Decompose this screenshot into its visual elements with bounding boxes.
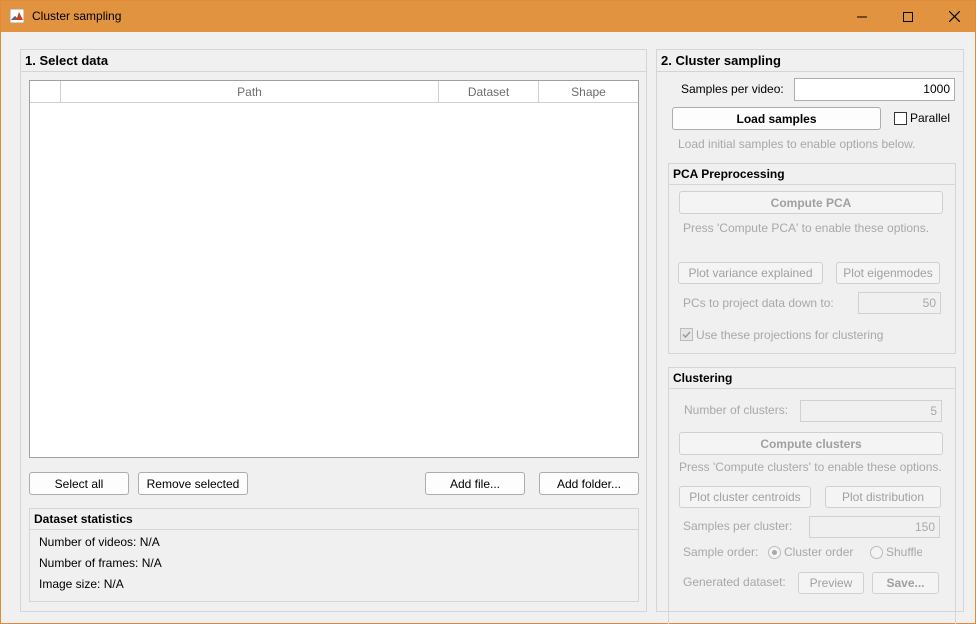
plot-eigenmodes-button[interactable]: Plot eigenmodes xyxy=(836,262,940,284)
samples-per-video-label: Samples per video: xyxy=(681,82,784,96)
shuffle-label: Shuffle xyxy=(886,545,922,559)
samples-per-cluster-input[interactable]: 150 xyxy=(809,516,940,538)
minimize-button[interactable] xyxy=(839,1,885,32)
table-header-index xyxy=(30,81,61,103)
generated-dataset-label: Generated dataset: xyxy=(683,575,786,589)
shuffle-radio[interactable] xyxy=(870,546,883,559)
compute-clusters-hint: Press 'Compute clusters' to enable these… xyxy=(679,460,942,474)
samples-per-cluster-label: Samples per cluster: xyxy=(683,519,793,533)
pcs-to-project-input[interactable]: 50 xyxy=(858,292,941,314)
num-clusters-input[interactable]: 5 xyxy=(800,400,942,422)
matlab-app-icon xyxy=(10,9,24,23)
close-icon xyxy=(948,11,960,22)
checkmark-icon xyxy=(682,331,691,339)
samples-per-video-input[interactable]: 1000 xyxy=(794,78,955,101)
num-videos-text: Number of videos: N/A xyxy=(39,535,160,549)
cluster-sampling-title: 2. Cluster sampling xyxy=(661,53,781,68)
divider xyxy=(669,388,955,389)
data-table[interactable]: Path Dataset Shape xyxy=(29,80,639,458)
table-header-dataset[interactable]: Dataset xyxy=(439,81,539,103)
dataset-statistics-panel: Dataset statistics Number of videos: N/A… xyxy=(29,508,639,602)
divider xyxy=(657,71,963,72)
close-button[interactable] xyxy=(931,1,976,32)
select-data-title: 1. Select data xyxy=(25,53,109,68)
cluster-order-label: Cluster order xyxy=(784,545,854,559)
compute-clusters-button[interactable]: Compute clusters xyxy=(679,432,943,455)
compute-pca-button[interactable]: Compute PCA xyxy=(679,191,943,214)
preview-button[interactable]: Preview xyxy=(798,572,864,594)
load-samples-button[interactable]: Load samples xyxy=(672,107,881,130)
clustering-panel: Clustering Number of clusters: 5 Compute… xyxy=(668,367,956,624)
plot-distribution-button[interactable]: Plot distribution xyxy=(825,486,941,508)
use-projections-label: Use these projections for clustering xyxy=(696,328,884,342)
divider xyxy=(30,529,638,530)
window-title: Cluster sampling xyxy=(32,9,122,23)
parallel-label: Parallel xyxy=(910,111,951,125)
add-file-button[interactable]: Add file... xyxy=(425,472,525,495)
num-frames-text: Number of frames: N/A xyxy=(39,556,162,570)
sample-order-label: Sample order: xyxy=(683,545,759,559)
use-projections-checkbox[interactable] xyxy=(680,328,693,341)
compute-pca-hint: Press 'Compute PCA' to enable these opti… xyxy=(683,221,930,235)
select-data-panel: 1. Select data Path Dataset Shape Select… xyxy=(20,49,647,612)
load-samples-hint: Load initial samples to enable options b… xyxy=(678,137,916,151)
parallel-checkbox[interactable] xyxy=(894,112,907,125)
main-window: Cluster sampling 1. Select data Path Dat… xyxy=(0,0,976,624)
clustering-title: Clustering xyxy=(673,371,733,385)
image-size-text: Image size: N/A xyxy=(39,577,124,591)
pca-preprocessing-title: PCA Preprocessing xyxy=(673,167,785,181)
plot-variance-explained-button[interactable]: Plot variance explained xyxy=(678,262,823,284)
divider xyxy=(669,184,955,185)
add-folder-button[interactable]: Add folder... xyxy=(539,472,639,495)
remove-selected-button[interactable]: Remove selected xyxy=(138,472,248,495)
radio-selected-dot xyxy=(772,550,777,555)
save-button[interactable]: Save... xyxy=(872,572,939,594)
cluster-sampling-panel: 2. Cluster sampling Samples per video: 1… xyxy=(656,49,964,624)
shuffle-label-clip: Shuffle xyxy=(886,545,922,561)
num-clusters-label: Number of clusters: xyxy=(684,403,789,417)
maximize-icon xyxy=(903,11,913,22)
select-all-button[interactable]: Select all xyxy=(29,472,129,495)
table-header-path[interactable]: Path xyxy=(61,81,439,103)
minimize-icon xyxy=(857,16,867,17)
table-header-shape[interactable]: Shape xyxy=(539,81,638,103)
divider xyxy=(21,71,646,72)
title-bar: Cluster sampling xyxy=(1,1,975,32)
cluster-order-radio[interactable] xyxy=(768,546,781,559)
dataset-statistics-title: Dataset statistics xyxy=(34,512,133,526)
plot-cluster-centroids-button[interactable]: Plot cluster centroids xyxy=(679,486,811,508)
pca-preprocessing-panel: PCA Preprocessing Compute PCA Press 'Com… xyxy=(668,163,956,354)
pcs-to-project-label: PCs to project data down to: xyxy=(683,296,834,310)
maximize-button[interactable] xyxy=(885,1,931,32)
